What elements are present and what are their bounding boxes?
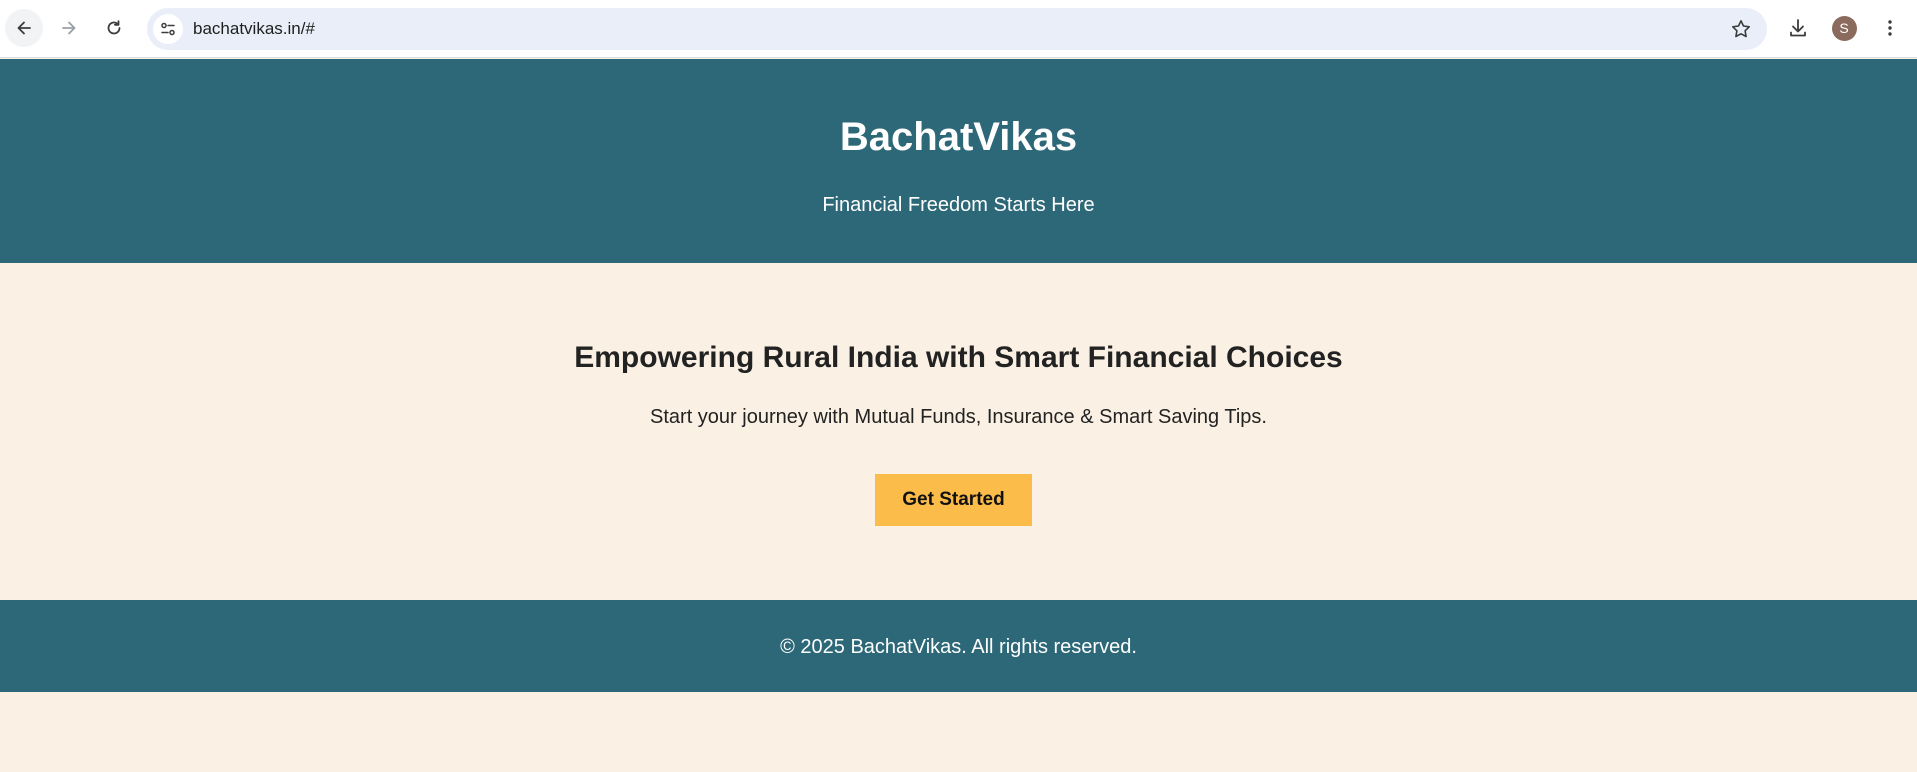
arrow-right-icon	[62, 21, 76, 35]
tune-icon	[161, 22, 175, 36]
site-title: BachatVikas	[839, 115, 1078, 159]
bookmark-button[interactable]	[1727, 15, 1755, 43]
get-started-button[interactable]: Get Started	[875, 474, 1032, 526]
avatar: S	[1831, 15, 1857, 41]
browser-toolbar: bachatvikas.in/# S	[0, 0, 1917, 58]
site-header: BachatVikas Financial Freedom Starts Her…	[0, 59, 1917, 263]
hero-subtext: Start your journey with Mutual Funds, In…	[650, 406, 1267, 428]
browser-menu-button[interactable]	[1872, 10, 1908, 46]
reload-button[interactable]	[95, 9, 133, 47]
address-bar[interactable]: bachatvikas.in/#	[147, 8, 1767, 50]
kebab-menu-icon	[1888, 20, 1892, 36]
download-button[interactable]	[1780, 10, 1816, 46]
url-text[interactable]: bachatvikas.in/#	[193, 19, 315, 39]
site-info-button[interactable]	[153, 14, 183, 44]
star-icon	[1732, 20, 1750, 38]
download-icon	[1790, 19, 1806, 37]
forward-button[interactable]	[50, 9, 88, 47]
reload-icon	[107, 20, 121, 35]
hero-section: Empowering Rural India with Smart Financ…	[0, 263, 1917, 600]
back-button[interactable]	[5, 9, 43, 47]
site-footer: © 2025 BachatVikas. All rights reserved.	[0, 600, 1917, 692]
site-tagline: Financial Freedom Starts Here	[822, 194, 1095, 216]
hero-heading: Empowering Rural India with Smart Financ…	[574, 341, 1343, 374]
profile-button[interactable]: S	[1826, 10, 1862, 46]
arrow-left-icon	[17, 21, 31, 35]
copyright-text: © 2025 BachatVikas. All rights reserved.	[780, 636, 1137, 658]
